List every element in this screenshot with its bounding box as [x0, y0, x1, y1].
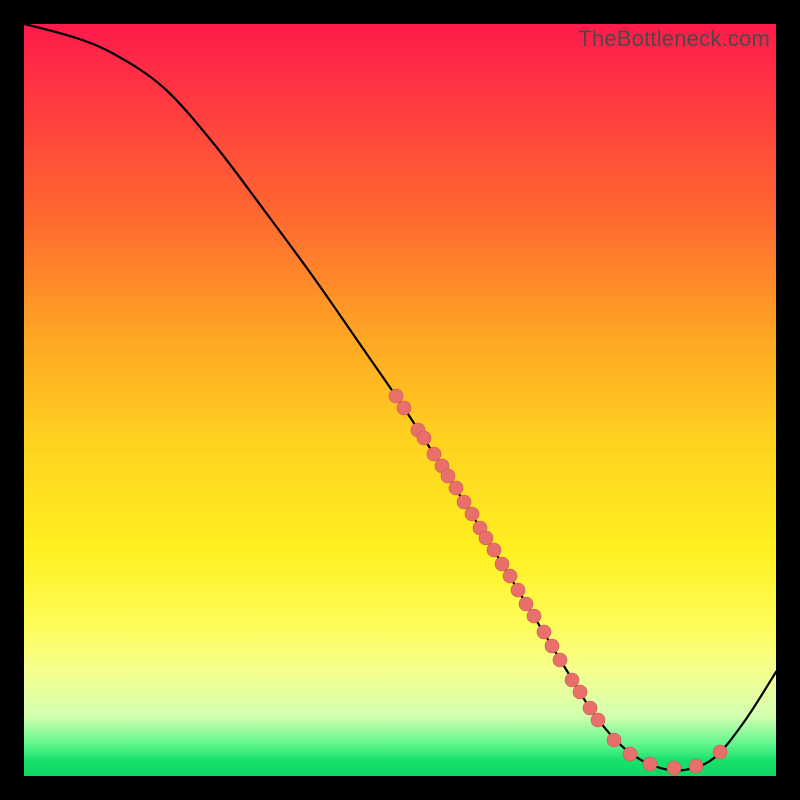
chart-svg	[24, 24, 776, 776]
data-point-marker	[397, 401, 411, 415]
data-point-marker	[607, 733, 621, 747]
data-point-marker	[389, 389, 403, 403]
data-point-marker	[643, 757, 657, 771]
data-point-marker	[457, 495, 471, 509]
chart-frame: TheBottleneck.com	[24, 24, 776, 776]
data-point-marker	[503, 569, 517, 583]
data-point-marker	[449, 481, 463, 495]
data-point-marker	[545, 639, 559, 653]
data-point-marker	[495, 557, 509, 571]
data-point-marker	[553, 653, 567, 667]
data-point-marker	[623, 747, 637, 761]
data-point-marker	[465, 507, 479, 521]
watermark-label: TheBottleneck.com	[578, 26, 770, 52]
data-point-marker	[427, 447, 441, 461]
data-point-marker	[441, 469, 455, 483]
data-point-marker	[667, 761, 681, 775]
data-point-marker	[591, 713, 605, 727]
data-point-marker	[487, 543, 501, 557]
data-point-marker	[565, 673, 579, 687]
data-point-marker	[527, 609, 541, 623]
data-point-marker	[537, 625, 551, 639]
data-point-marker	[573, 685, 587, 699]
data-point-marker	[519, 597, 533, 611]
data-point-marker	[479, 531, 493, 545]
data-point-marker	[511, 583, 525, 597]
data-point-marker	[417, 431, 431, 445]
data-point-marker	[689, 759, 703, 773]
chart-markers	[389, 389, 727, 775]
data-point-marker	[583, 701, 597, 715]
data-point-marker	[713, 745, 727, 759]
